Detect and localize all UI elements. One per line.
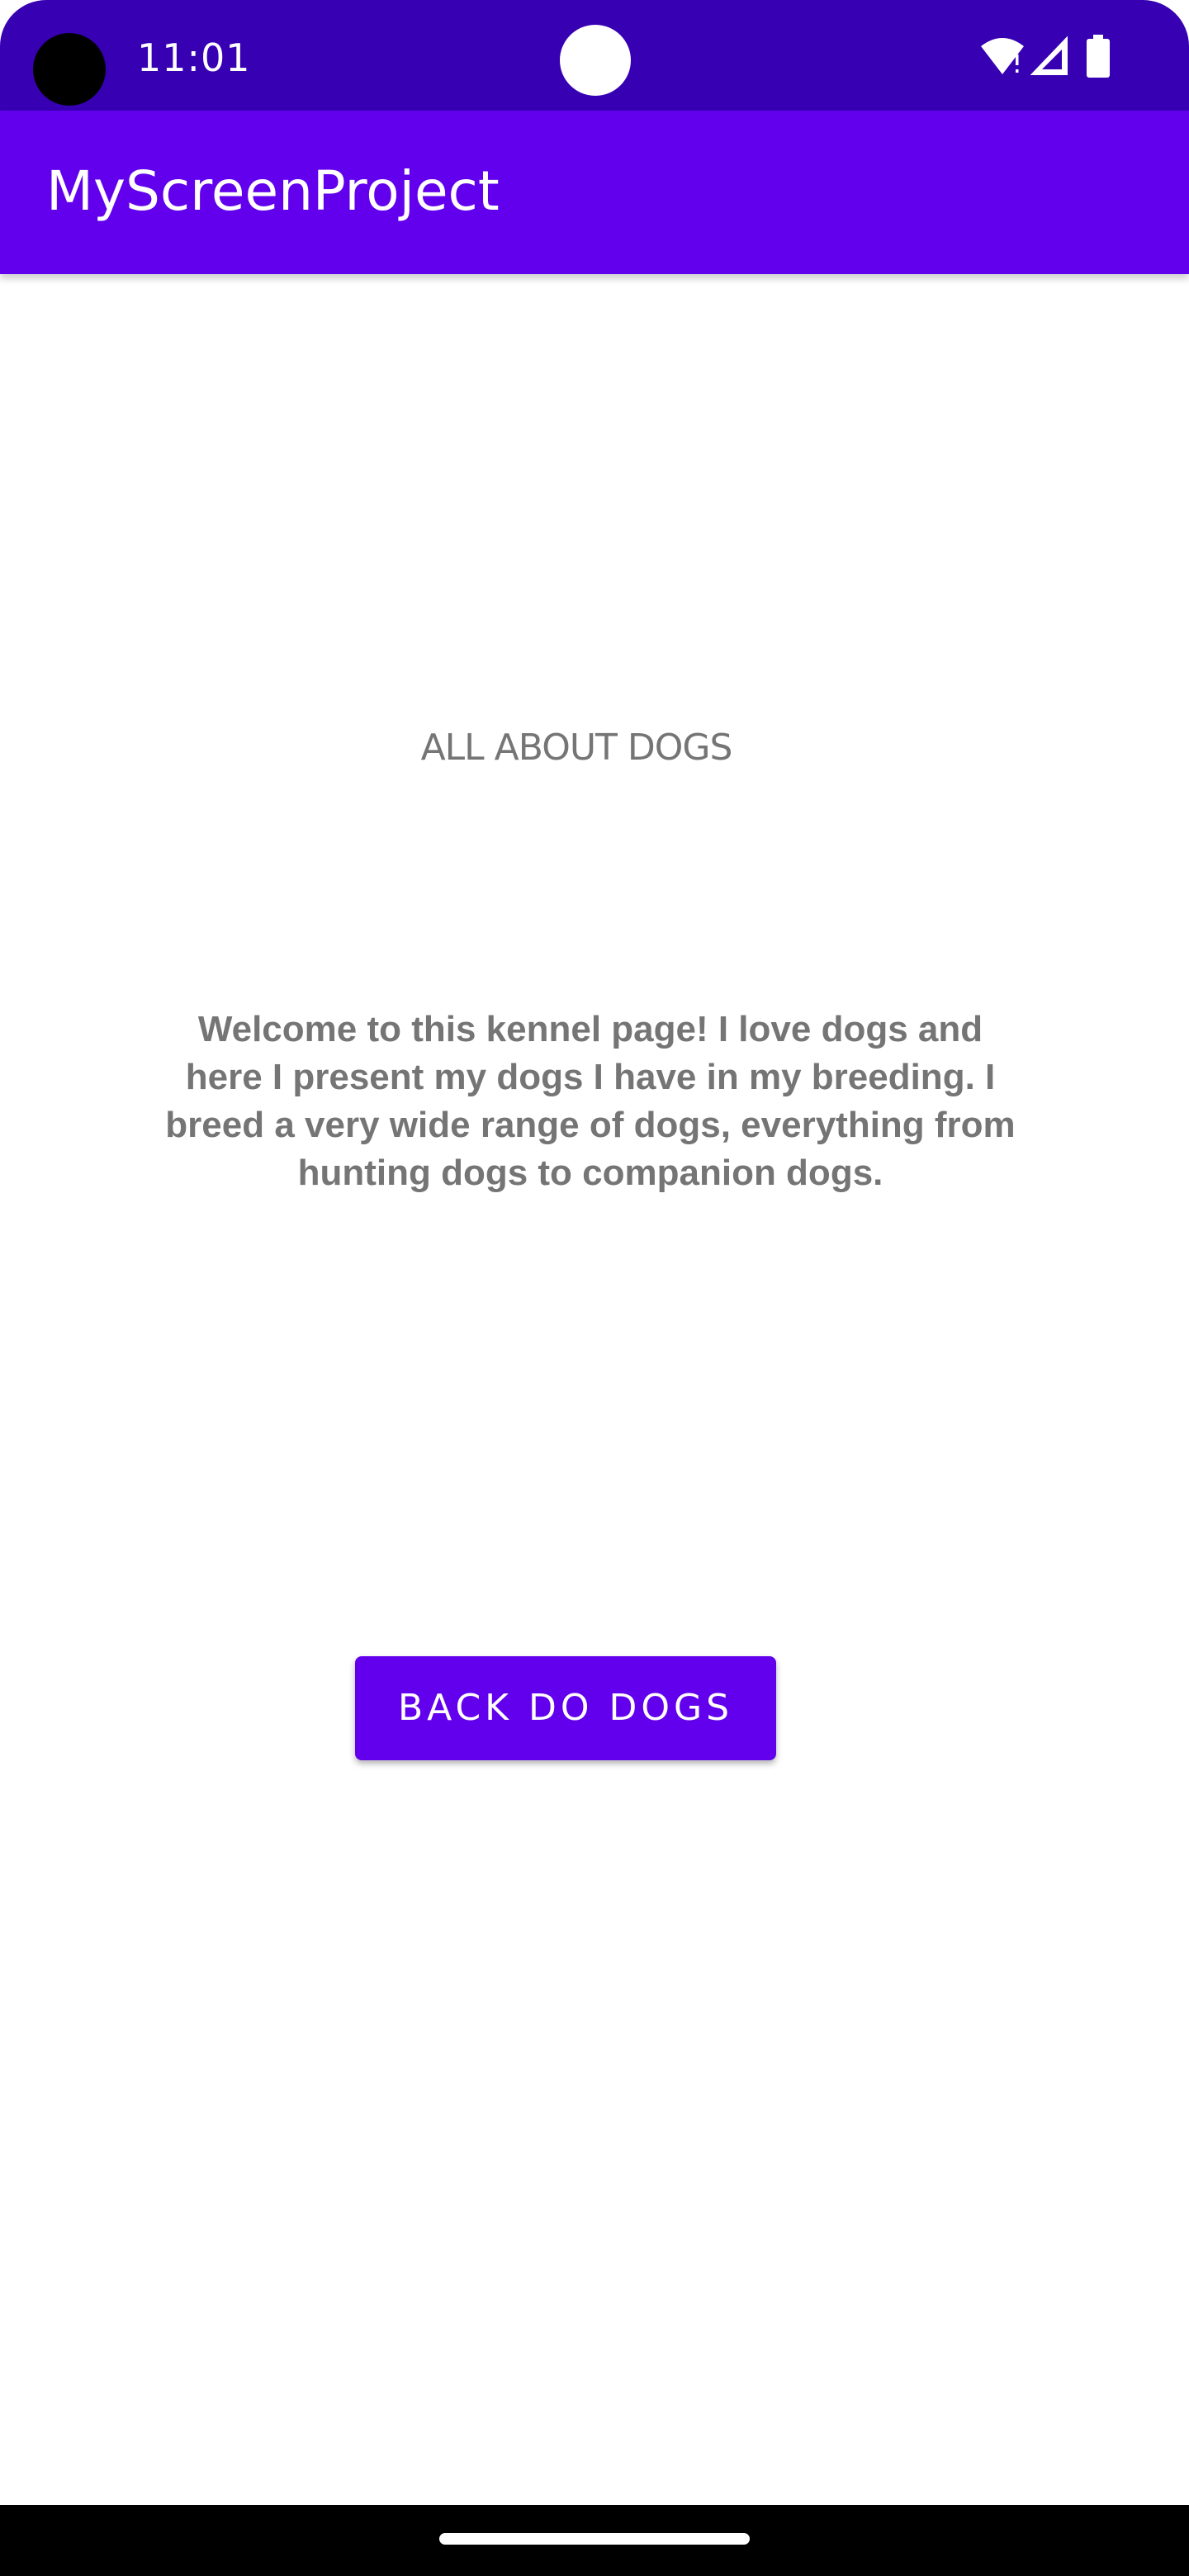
navigation-bar (0, 2505, 1189, 2576)
notification-dot-icon (560, 25, 631, 96)
battery-icon (1087, 35, 1110, 78)
back-do-dogs-button[interactable]: BACK DO DOGS (355, 1656, 776, 1760)
status-time: 11:01 (137, 36, 251, 80)
app-title: MyScreenProject (46, 159, 500, 223)
camera-cutout (33, 33, 106, 106)
page-heading: ALL ABOUT DOGS (420, 727, 733, 769)
home-gesture-handle[interactable] (439, 2533, 750, 2545)
back-button-label: BACK DO DOGS (397, 1687, 734, 1729)
signal-icon (1030, 36, 1068, 75)
app-bar: MyScreenProject (0, 111, 1189, 274)
status-bar: 11:01 (0, 0, 1189, 111)
wifi-icon (981, 38, 1024, 74)
welcome-description: Welcome to this kennel page! I love dogs… (165, 1009, 1016, 1193)
